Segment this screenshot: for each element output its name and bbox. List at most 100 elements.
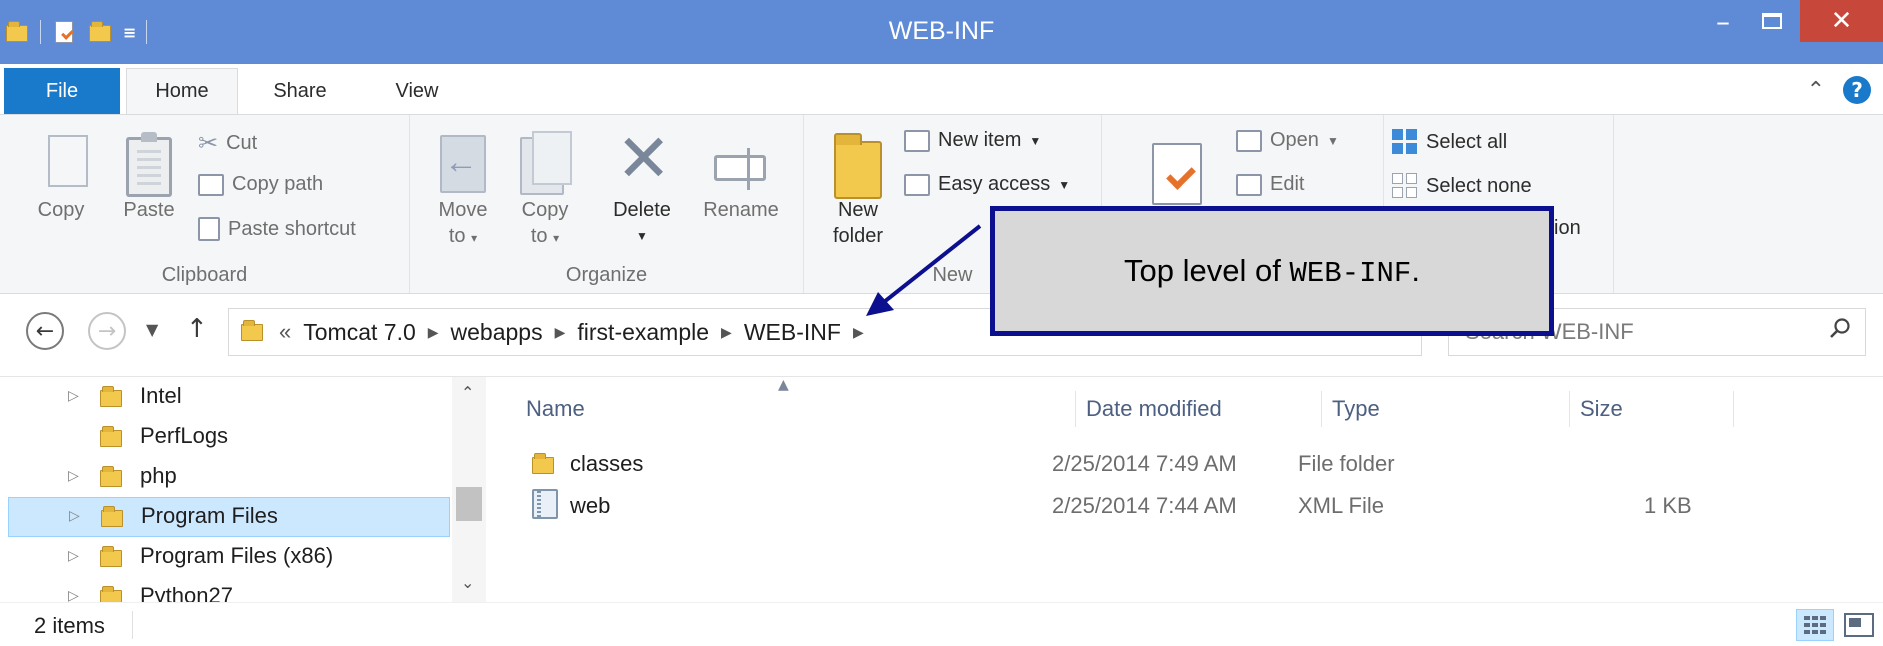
properties-button[interactable] <box>1142 125 1212 205</box>
tab-home[interactable]: Home <box>126 68 238 114</box>
breadcrumb-item[interactable]: WEB-INF <box>744 319 841 346</box>
new-folder-button[interactable]: New folder <box>816 125 900 249</box>
select-none-label: Select none <box>1426 174 1532 197</box>
copy-path-icon <box>198 173 224 196</box>
open-icon <box>1236 129 1262 152</box>
paste-icon <box>126 132 172 197</box>
new-item-label: New item <box>938 129 1022 151</box>
copy-button[interactable]: Copy <box>26 125 96 223</box>
tab-file[interactable]: File <box>4 68 120 114</box>
maximize-icon <box>1762 13 1782 29</box>
breadcrumb-item[interactable]: first-example <box>577 319 709 346</box>
file-row-web[interactable]: web 2/25/2014 7:44 AM XML File 1 KB <box>526 487 1692 527</box>
tab-share[interactable]: Share <box>250 68 350 114</box>
help-icon[interactable]: ? <box>1843 76 1871 104</box>
edit-button[interactable]: Edit <box>1236 173 1304 196</box>
clipboard-group: Copy Paste ✂ Cut Copy path Paste shortcu… <box>0 115 410 293</box>
large-icons-view-button[interactable] <box>1844 613 1874 637</box>
column-header-size[interactable]: Size <box>1570 391 1734 427</box>
open-label: Open <box>1270 129 1319 151</box>
minimize-button[interactable]: – <box>1700 0 1746 42</box>
delete-dropdown-icon[interactable]: ▼ <box>602 223 682 249</box>
folder-icon <box>530 449 558 479</box>
tree-item-label: Python27 <box>140 583 233 602</box>
cut-button[interactable]: ✂ Cut <box>198 129 257 158</box>
search-icon[interactable] <box>1829 317 1851 339</box>
breadcrumb-chevron-icon[interactable]: ▶ <box>853 324 864 341</box>
open-button[interactable]: Open ▼ <box>1236 129 1339 152</box>
scroll-down-icon[interactable]: ⌄ <box>461 573 474 592</box>
copy-icon <box>38 135 88 201</box>
expand-icon[interactable]: ▷ <box>68 547 79 564</box>
move-to-label: Move <box>438 199 488 221</box>
tab-view[interactable]: View <box>372 68 462 114</box>
callout-box: Top level of WEB-INF. <box>990 206 1554 336</box>
back-button[interactable]: ← <box>26 312 64 350</box>
scrollbar-thumb[interactable] <box>456 487 482 521</box>
path-overflow-icon[interactable]: « <box>279 319 291 345</box>
breadcrumb-chevron-icon[interactable]: ▶ <box>721 324 732 341</box>
copy-to-button[interactable]: Copy to ▾ <box>510 125 580 251</box>
expand-icon[interactable]: ▷ <box>69 507 80 524</box>
paste-shortcut-button[interactable]: Paste shortcut <box>198 217 356 241</box>
folder-icon <box>100 423 126 451</box>
tree-item-perflogs[interactable]: PerfLogs <box>8 417 450 457</box>
window-title: WEB-INF <box>888 17 995 45</box>
tree-item-label: Intel <box>140 383 182 408</box>
copy-to-icon <box>520 131 572 195</box>
delete-button[interactable]: ✕ Delete ▼ <box>602 125 682 249</box>
scissors-icon: ✂ <box>198 130 219 157</box>
up-button[interactable]: ↑ <box>186 314 208 344</box>
scroll-up-icon[interactable]: ⌃ <box>461 383 474 402</box>
tree-item-label: Program Files <box>141 503 278 528</box>
rename-icon <box>714 148 766 190</box>
tree-item-program-files-x86[interactable]: ▷ Program Files (x86) <box>8 537 450 577</box>
file-name: classes <box>570 451 644 476</box>
details-view-button[interactable] <box>1796 609 1834 641</box>
folder-icon <box>100 583 126 602</box>
select-none-button[interactable]: Select none <box>1392 173 1532 199</box>
file-date-modified: 2/25/2014 7:44 AM <box>1052 493 1237 518</box>
easy-access-button[interactable]: Easy access ▼ <box>904 173 1070 196</box>
breadcrumb-chevron-icon[interactable]: ▶ <box>555 324 566 341</box>
breadcrumb-item[interactable]: Tomcat 7.0 <box>303 319 416 346</box>
folder-icon <box>241 318 267 346</box>
tree-item-php[interactable]: ▷ php <box>8 457 450 497</box>
expand-icon[interactable]: ▷ <box>68 467 79 484</box>
file-row-classes[interactable]: classes 2/25/2014 7:49 AM File folder <box>526 445 1526 485</box>
rename-label: Rename <box>703 199 779 221</box>
minimize-ribbon-icon[interactable]: ⌃ <box>1807 78 1825 103</box>
close-button[interactable]: ✕ <box>1800 0 1883 42</box>
column-header-type[interactable]: Type <box>1322 391 1570 427</box>
new-item-button[interactable]: New item ▼ <box>904 129 1041 152</box>
callout-code: WEB-INF <box>1289 256 1412 290</box>
paste-shortcut-label: Paste shortcut <box>228 217 356 240</box>
address-bar: ← → ▼ ↑ « Tomcat 7.0 ▶ webapps ▶ first-e… <box>0 294 1883 376</box>
recent-locations-icon[interactable]: ▼ <box>146 320 158 339</box>
file-name: web <box>570 493 611 518</box>
navigation-scrollbar[interactable]: ⌃ ⌄ <box>452 377 486 602</box>
breadcrumb-item[interactable]: webapps <box>451 319 543 346</box>
maximize-button[interactable] <box>1746 0 1798 42</box>
folder-icon <box>101 503 127 531</box>
move-to-button[interactable]: Move to ▾ <box>428 125 498 251</box>
cut-label: Cut <box>226 132 258 154</box>
expand-icon[interactable]: ▷ <box>68 587 79 602</box>
column-header-date-modified[interactable]: Date modified <box>1076 391 1322 427</box>
tree-item-program-files[interactable]: ▷ Program Files <box>8 497 450 537</box>
select-all-button[interactable]: Select all <box>1392 129 1507 155</box>
breadcrumb-chevron-icon[interactable]: ▶ <box>428 324 439 341</box>
tree-item-python27[interactable]: ▷ Python27 <box>8 577 450 602</box>
copy-path-button[interactable]: Copy path <box>198 173 323 196</box>
paste-shortcut-icon <box>198 217 220 241</box>
xml-file-icon <box>532 489 558 519</box>
tree-item-intel[interactable]: ▷ Intel <box>8 377 450 417</box>
invert-selection-button[interactable]: ion <box>1554 217 1581 240</box>
folder-icon <box>100 383 126 411</box>
copy-path-label: Copy path <box>232 173 324 195</box>
forward-button[interactable]: → <box>88 312 126 350</box>
rename-button[interactable]: Rename <box>696 125 786 223</box>
column-header-name[interactable]: Name <box>516 391 1076 427</box>
paste-button[interactable]: Paste <box>112 125 186 223</box>
expand-icon[interactable]: ▷ <box>68 387 79 404</box>
